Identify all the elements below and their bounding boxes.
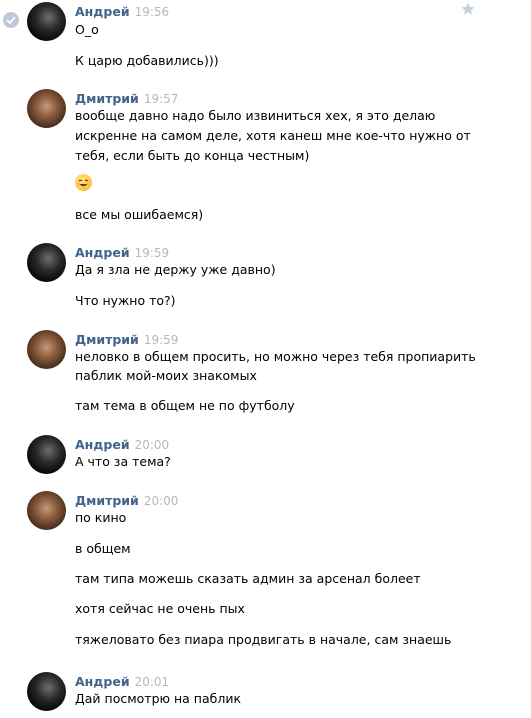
author-name[interactable]: Андрей: [75, 4, 130, 19]
message-text: тяжеловато без пиара продвигать в начале…: [75, 632, 452, 647]
avatar[interactable]: [27, 89, 66, 128]
message-text: неловко в общем просить, но можно через …: [75, 349, 476, 364]
message-header: Андрей 19:56: [75, 4, 169, 20]
smiling-face-icon: [75, 174, 92, 191]
author-name[interactable]: Андрей: [75, 674, 130, 689]
message-text: по кино: [75, 510, 127, 525]
avatar[interactable]: [27, 243, 66, 282]
message-text: там типа можешь сказать админ за арсенал…: [75, 571, 421, 586]
message-text: паблик мой-моих знакомых: [75, 368, 257, 383]
author-name[interactable]: Дмитрий: [75, 493, 139, 508]
message-text: О_о: [75, 22, 99, 37]
message-time[interactable]: 20:00: [135, 438, 170, 452]
message-header: Дмитрий 19:57: [75, 91, 178, 107]
message-header: Дмитрий 19:59: [75, 332, 178, 348]
message-text: Что нужно то?): [75, 293, 176, 308]
avatar[interactable]: [27, 2, 66, 41]
message-text: Да я зла не держу уже давно): [75, 262, 276, 277]
message-text: К царю добавились))): [75, 53, 219, 68]
message-text: все мы ошибаемся): [75, 207, 204, 222]
avatar[interactable]: [27, 330, 66, 369]
message-text: А что за тема?: [75, 454, 171, 469]
message-text: в общем: [75, 541, 131, 556]
author-name[interactable]: Андрей: [75, 245, 130, 260]
avatar[interactable]: [27, 435, 66, 474]
star-icon[interactable]: [461, 1, 475, 15]
avatar[interactable]: [27, 491, 66, 530]
author-name[interactable]: Дмитрий: [75, 332, 139, 347]
message-text: искренне на самом деле, хотя канеш мне к…: [75, 128, 471, 143]
message-time[interactable]: 19:57: [144, 92, 179, 106]
chat-history: Андрей 19:56 О_о К царю добавились))) Дми…: [0, 0, 531, 718]
message-header: Андрей 20:00: [75, 437, 169, 453]
message-time[interactable]: 19:56: [135, 5, 170, 19]
message-text: там тема в общем не по футболу: [75, 398, 295, 413]
author-name[interactable]: Дмитрий: [75, 91, 139, 106]
message-time[interactable]: 19:59: [135, 246, 170, 260]
message-time[interactable]: 20:00: [144, 494, 179, 508]
message-selected-check-icon[interactable]: [3, 12, 19, 28]
message-header: Андрей 20:01: [75, 674, 169, 690]
message-text: тебя, если быть до конца честным): [75, 148, 310, 163]
message-text: вообще давно надо было извиниться хех, я…: [75, 108, 436, 123]
author-name[interactable]: Андрей: [75, 437, 130, 452]
message-header: Андрей 19:59: [75, 245, 169, 261]
message-text: хотя сейчас не очень пых: [75, 601, 245, 616]
message-header: Дмитрий 20:00: [75, 493, 178, 509]
message-time[interactable]: 20:01: [135, 675, 170, 689]
message-text: Дай посмотрю на паблик: [75, 691, 242, 706]
message-time[interactable]: 19:59: [144, 333, 179, 347]
avatar[interactable]: [27, 672, 66, 711]
